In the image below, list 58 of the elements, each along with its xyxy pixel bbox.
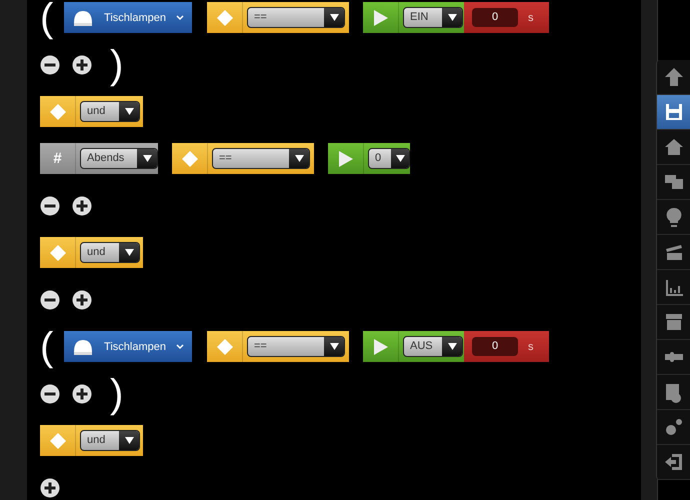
caret-icon	[142, 155, 152, 162]
delay-field[interactable]: 0	[472, 337, 518, 356]
operator-dropdown[interactable]: ==	[212, 148, 310, 169]
close-parenthesis: )	[110, 374, 124, 414]
diamond-icon	[48, 432, 66, 450]
diamond-icon	[216, 8, 234, 26]
device-label: Tischlampen	[103, 12, 167, 24]
chevron-icon	[176, 344, 184, 350]
remove-button[interactable]	[40, 196, 60, 216]
unit-label: s	[528, 340, 534, 352]
sidebar-item[interactable]	[657, 95, 690, 130]
logic-dropdown[interactable]: und	[80, 101, 140, 122]
add-button[interactable]	[72, 384, 92, 404]
home-icon	[662, 136, 684, 158]
close-parenthesis: )	[110, 44, 124, 84]
lamp-icon	[72, 8, 94, 26]
caret-icon	[124, 437, 134, 444]
caret-icon	[396, 155, 404, 162]
device-selector[interactable]: Tischlampen	[64, 331, 192, 362]
caret-icon	[124, 108, 134, 115]
diamond-icon	[48, 244, 66, 262]
caret-icon	[448, 343, 456, 350]
delay-field[interactable]: 0	[472, 8, 518, 27]
caret-icon	[330, 343, 338, 350]
logic-dropdown[interactable]: und	[80, 242, 140, 263]
remove-button[interactable]	[40, 384, 60, 404]
add-button[interactable]	[40, 478, 60, 498]
play-icon	[372, 338, 388, 356]
logic-dropdown[interactable]: und	[80, 430, 140, 451]
unit-label: s	[528, 12, 534, 24]
device-selector[interactable]: Tischlampen	[64, 2, 192, 33]
operator-dropdown[interactable]: ==	[247, 336, 345, 357]
up-arrow-icon	[662, 66, 684, 88]
caret-icon	[124, 249, 134, 256]
value-dropdown[interactable]: 0	[368, 148, 410, 169]
diamond-icon	[216, 338, 234, 356]
value-dropdown[interactable]: EIN	[403, 7, 463, 28]
logout-icon	[662, 451, 684, 473]
add-button[interactable]	[72, 196, 92, 216]
device-label: Tischlampen	[103, 340, 167, 352]
caret-icon	[294, 155, 304, 162]
play-icon	[372, 8, 388, 26]
caret-icon	[330, 14, 338, 21]
open-parenthesis: (	[40, 0, 54, 38]
diamond-icon	[48, 102, 66, 120]
chevron-icon	[176, 14, 184, 20]
remove-button[interactable]	[40, 54, 60, 74]
add-button[interactable]	[72, 54, 92, 74]
variable-dropdown[interactable]: Abends	[80, 148, 158, 169]
play-icon	[338, 150, 354, 168]
diamond-icon	[180, 150, 198, 168]
value-dropdown[interactable]: AUS	[403, 336, 463, 357]
caret-icon	[448, 14, 456, 21]
operator-dropdown[interactable]: ==	[247, 7, 345, 28]
open-parenthesis: (	[40, 326, 54, 366]
add-button[interactable]	[72, 290, 92, 310]
lamp-icon	[72, 338, 94, 356]
remove-button[interactable]	[40, 290, 60, 310]
